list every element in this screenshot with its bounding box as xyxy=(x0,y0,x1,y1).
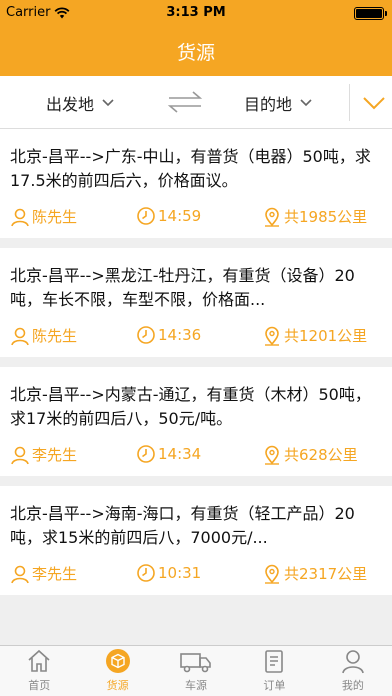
distance: 共628公里 xyxy=(262,444,358,465)
clock-icon xyxy=(137,564,155,582)
tab-bar: 首页 货源 车源 订单 我的 xyxy=(0,645,392,696)
tab-home-label: 首页 xyxy=(28,679,51,692)
chevron-down-icon xyxy=(102,98,114,106)
tab-cargo-label: 货源 xyxy=(106,679,129,692)
clock-icon xyxy=(137,326,155,344)
cargo-description: 北京-昌平-->黑龙江-牡丹江，有重货（设备）20吨，车长不限，车型不限，价格面… xyxy=(10,266,355,309)
cargo-card[interactable]: 北京-昌平-->海南-海口，有重货（轻工产品）20吨，求15米的前四后八，700… xyxy=(0,486,392,595)
contact: 李先生 xyxy=(10,444,77,465)
time-value: 14:34 xyxy=(158,445,202,463)
clock-icon xyxy=(137,207,155,225)
contact: 陈先生 xyxy=(10,325,77,346)
distance-value: 共1985公里 xyxy=(284,208,368,226)
page-title: 货源 xyxy=(176,41,215,64)
contact: 陈先生 xyxy=(10,206,77,227)
contact-name: 李先生 xyxy=(32,565,78,583)
person-icon xyxy=(11,565,29,583)
cargo-card[interactable]: 北京-昌平-->广东-中山，有普货（电器）50吨，求17.5米的前四后六，价格面… xyxy=(0,129,392,238)
filter-divider xyxy=(349,84,350,121)
home-icon xyxy=(28,649,50,672)
tab-profile[interactable]: 我的 xyxy=(314,646,392,696)
tab-orders-label: 订单 xyxy=(263,679,286,692)
time-value: 14:59 xyxy=(158,207,202,225)
tab-profile-label: 我的 xyxy=(341,679,364,692)
tab-truck-label: 车源 xyxy=(185,679,208,692)
distance-value: 共1201公里 xyxy=(284,327,368,345)
status-time: 3:13 PM xyxy=(166,5,226,20)
distance-value: 共628公里 xyxy=(284,446,358,464)
person-icon xyxy=(11,327,29,345)
order-icon xyxy=(265,650,284,673)
origin-filter[interactable]: 出发地 xyxy=(46,76,114,129)
contact-name: 李先生 xyxy=(32,446,78,464)
clock-icon xyxy=(137,445,155,463)
post-time: 14:59 xyxy=(136,206,201,226)
profile-icon xyxy=(342,650,364,674)
swap-icon[interactable] xyxy=(166,89,204,115)
time-value: 14:36 xyxy=(158,326,202,344)
origin-label: 出发地 xyxy=(46,94,95,114)
battery-icon xyxy=(354,7,387,20)
person-icon xyxy=(11,208,29,226)
truck-icon xyxy=(180,653,211,673)
post-time: 14:34 xyxy=(136,444,201,464)
cargo-card[interactable]: 北京-昌平-->黑龙江-牡丹江，有重货（设备）20吨，车长不限，车型不限，价格面… xyxy=(0,248,392,357)
cargo-list: 北京-昌平-->广东-中山，有普货（电器）50吨，求17.5米的前四后六，价格面… xyxy=(0,129,392,605)
nav-bar: 货源 xyxy=(0,26,392,76)
person-icon xyxy=(11,446,29,464)
contact-name: 陈先生 xyxy=(32,327,78,345)
distance-value: 共2317公里 xyxy=(284,565,368,583)
distance: 共1985公里 xyxy=(262,206,367,227)
cargo-description: 北京-昌平-->海南-海口，有重货（轻工产品）20吨，求15米的前四后八，700… xyxy=(10,504,355,547)
location-pin-icon xyxy=(265,564,279,584)
location-pin-icon xyxy=(265,326,279,346)
cargo-description: 北京-昌平-->内蒙古-通辽，有重货（木材）50吨，求17米的前四后八，50元/… xyxy=(10,385,371,428)
filter-bar: 出发地 目的地 xyxy=(0,76,392,129)
distance: 共2317公里 xyxy=(262,563,367,584)
destination-filter[interactable]: 目的地 xyxy=(244,76,312,129)
tab-orders[interactable]: 订单 xyxy=(235,646,313,696)
distance: 共1201公里 xyxy=(262,325,367,346)
time-value: 10:31 xyxy=(158,564,202,582)
expand-chevron-icon[interactable] xyxy=(360,89,388,117)
status-bar: Carrier 3:13 PM xyxy=(0,0,392,26)
tab-cargo[interactable]: 货源 xyxy=(78,646,156,696)
tab-truck[interactable]: 车源 xyxy=(157,646,235,696)
cargo-icon xyxy=(105,649,130,673)
post-time: 10:31 xyxy=(136,563,201,583)
post-time: 14:36 xyxy=(136,325,201,345)
contact: 李先生 xyxy=(10,563,77,584)
location-pin-icon xyxy=(265,445,279,465)
destination-label: 目的地 xyxy=(244,94,293,114)
tab-home[interactable]: 首页 xyxy=(0,646,78,696)
location-pin-icon xyxy=(265,207,279,227)
cargo-description: 北京-昌平-->广东-中山，有普货（电器）50吨，求17.5米的前四后六，价格面… xyxy=(10,147,371,190)
contact-name: 陈先生 xyxy=(32,208,78,226)
cargo-card[interactable]: 北京-昌平-->内蒙古-通辽，有重货（木材）50吨，求17米的前四后八，50元/… xyxy=(0,367,392,476)
chevron-down-icon xyxy=(300,98,312,106)
